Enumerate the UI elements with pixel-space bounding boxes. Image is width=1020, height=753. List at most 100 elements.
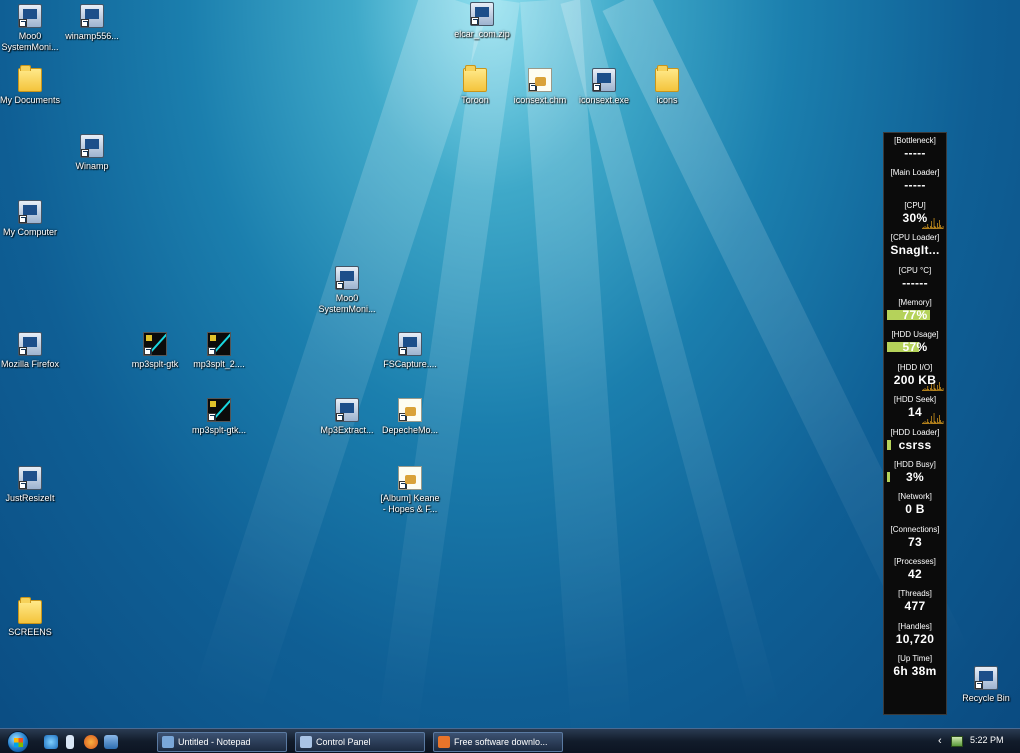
desktop-icon-label: Winamp — [75, 161, 109, 171]
desktop-icon-label: JustResizeIt — [5, 493, 55, 503]
desktop-icon-label: [Album] Keane - Hopes & F... — [380, 493, 440, 514]
monitor-value: csrss — [898, 437, 932, 452]
desktop-icon-label: mp3splt_2.... — [193, 359, 245, 369]
taskbar-button[interactable]: Untitled - Notepad — [157, 732, 287, 752]
monitor-value: 200 KB — [893, 372, 937, 387]
shortcut-arrow-icon — [19, 481, 27, 489]
help-file-icon — [528, 68, 552, 92]
desktop-quicklaunch-icon[interactable] — [104, 735, 118, 749]
shortcut-arrow-icon — [81, 19, 89, 27]
taskbar-button-label: Control Panel — [316, 737, 371, 747]
album-file-icon — [398, 466, 422, 490]
desktop-icon[interactable]: Winamp — [56, 134, 128, 172]
mp3extract-icon — [335, 398, 359, 422]
desktop-icon[interactable]: icons — [631, 65, 703, 106]
monitor-label: [HDD Busy] — [894, 459, 936, 469]
desktop-icon[interactable]: [Album] Keane - Hopes & F... — [374, 466, 446, 515]
clock[interactable]: 5:22 PM — [970, 735, 1004, 745]
my-computer-icon — [18, 200, 42, 224]
monitor-item: [Memory] 77% — [884, 295, 946, 327]
desktop-icon[interactable]: mp3splt-gtk — [119, 332, 191, 370]
moo0-systemmonitor-icon-2 — [335, 266, 359, 290]
pin-quicklaunch-icon[interactable] — [66, 735, 74, 749]
monitor-value: 0 B — [905, 502, 925, 517]
shortcut-arrow-icon — [19, 215, 27, 223]
monitor-label: [HDD Seek] — [893, 395, 937, 405]
firefox-quicklaunch-icon[interactable] — [84, 735, 98, 749]
folder-icon — [18, 65, 42, 92]
mp3splt-icon — [207, 332, 231, 356]
monitor-item: [Main Loader] ----- — [884, 165, 946, 197]
monitor-item: [CPU °C] ------ — [884, 263, 946, 295]
desktop-icon[interactable]: JustResizeIt — [0, 466, 66, 504]
desktop-icon[interactable]: DepecheMo... — [374, 398, 446, 436]
desktop-icon[interactable]: Mozilla Firefox — [0, 332, 66, 370]
taskbar-button[interactable]: Free software downlo... — [433, 732, 563, 752]
monitor-item: [HDD I/O] 200 KB — [884, 360, 946, 392]
chevron-left-icon[interactable]: ‹ — [938, 735, 942, 747]
system-monitor-gadget[interactable]: [Bottleneck] ----- [Main Loader] ----- [CPU]… — [883, 132, 947, 715]
monitor-value: 477 — [904, 599, 926, 614]
tray-icon[interactable] — [951, 736, 963, 747]
shortcut-arrow-icon — [593, 83, 601, 91]
desktop-icon-label: winamp556... — [65, 31, 119, 41]
monitor-label: [Threads] — [898, 589, 932, 599]
desktop-icon-label: mp3splt-gtk — [131, 359, 179, 369]
desktop-icon-label: elcar_com.zip — [454, 29, 510, 39]
monitor-label: [Network] — [898, 492, 932, 502]
shortcut-arrow-icon — [144, 347, 152, 355]
desktop-icon[interactable]: Moo0 SystemMoni... — [311, 266, 383, 315]
taskbar-button[interactable]: Control Panel — [295, 732, 425, 752]
shortcut-arrow-icon — [471, 17, 479, 25]
desktop-icon[interactable]: SCREENS — [0, 597, 66, 638]
monitor-label: [Main Loader] — [890, 168, 940, 178]
winamp-installer-icon — [80, 4, 104, 28]
iconsext-exe-icon — [592, 68, 616, 92]
taskbar-button-label: Free software downlo... — [454, 737, 548, 747]
taskbar-app-icon — [162, 736, 174, 748]
recycle-bin-icon — [974, 666, 998, 690]
shortcut-arrow-icon — [81, 149, 89, 157]
monitor-item: [HDD Seek] 14 — [884, 392, 946, 424]
start-button[interactable] — [7, 731, 29, 753]
monitor-item: [Handles] 10,720 — [884, 619, 946, 651]
monitor-label: [CPU °C] — [898, 265, 932, 275]
desktop-icon[interactable]: FSCapture.... — [374, 332, 446, 370]
desktop-icon[interactable]: Recycle Bin — [950, 666, 1020, 704]
monitor-value: 10,720 — [895, 631, 935, 646]
depechemode-file-icon — [398, 398, 422, 422]
desktop-icon-label: SCREENS — [8, 627, 52, 637]
desktop-icon-label: Mozilla Firefox — [0, 359, 59, 369]
folder-icon — [655, 65, 679, 92]
desktop-icon[interactable]: Mp3Extract... — [311, 398, 383, 436]
monitor-item: [HDD Usage] 57% — [884, 327, 946, 359]
monitor-label: [Connections] — [890, 524, 940, 534]
monitor-item: [Threads] 477 — [884, 586, 946, 618]
monitor-value: 14 — [908, 405, 922, 420]
shortcut-arrow-icon — [399, 347, 407, 355]
desktop-icon[interactable]: elcar_com.zip — [446, 2, 518, 40]
monitor-label: [Bottleneck] — [894, 136, 936, 145]
monitor-item: [CPU] 30% — [884, 198, 946, 230]
desktop-icon[interactable]: iconsext.chm — [504, 68, 576, 106]
desktop-icon[interactable]: Toroon — [439, 65, 511, 106]
desktop-icon[interactable]: My Computer — [0, 200, 66, 238]
desktop-icon[interactable]: mp3splt-gtk... — [183, 398, 255, 436]
monitor-item: [Connections] 73 — [884, 522, 946, 554]
monitor-value: 42 — [908, 567, 922, 582]
monitor-label: [HDD Usage] — [891, 330, 939, 340]
mp3splt-icon — [207, 398, 231, 422]
desktop-icon[interactable]: My Documents — [0, 65, 66, 106]
desktop-icon[interactable]: iconsext.exe — [568, 68, 640, 106]
monitor-value: ----- — [904, 146, 926, 160]
monitor-label: [CPU Loader] — [890, 233, 940, 243]
monitor-item: [Processes] 42 — [884, 554, 946, 586]
shortcut-arrow-icon — [529, 83, 537, 91]
firefox-icon — [18, 332, 42, 356]
desktop-icon[interactable]: winamp556... — [56, 4, 128, 42]
desktop-icon[interactable]: mp3splt_2.... — [183, 332, 255, 370]
shortcut-arrow-icon — [399, 413, 407, 421]
monitor-label: [Memory] — [898, 297, 932, 307]
ie-quicklaunch-icon[interactable] — [44, 735, 58, 749]
fscapture-icon — [398, 332, 422, 356]
